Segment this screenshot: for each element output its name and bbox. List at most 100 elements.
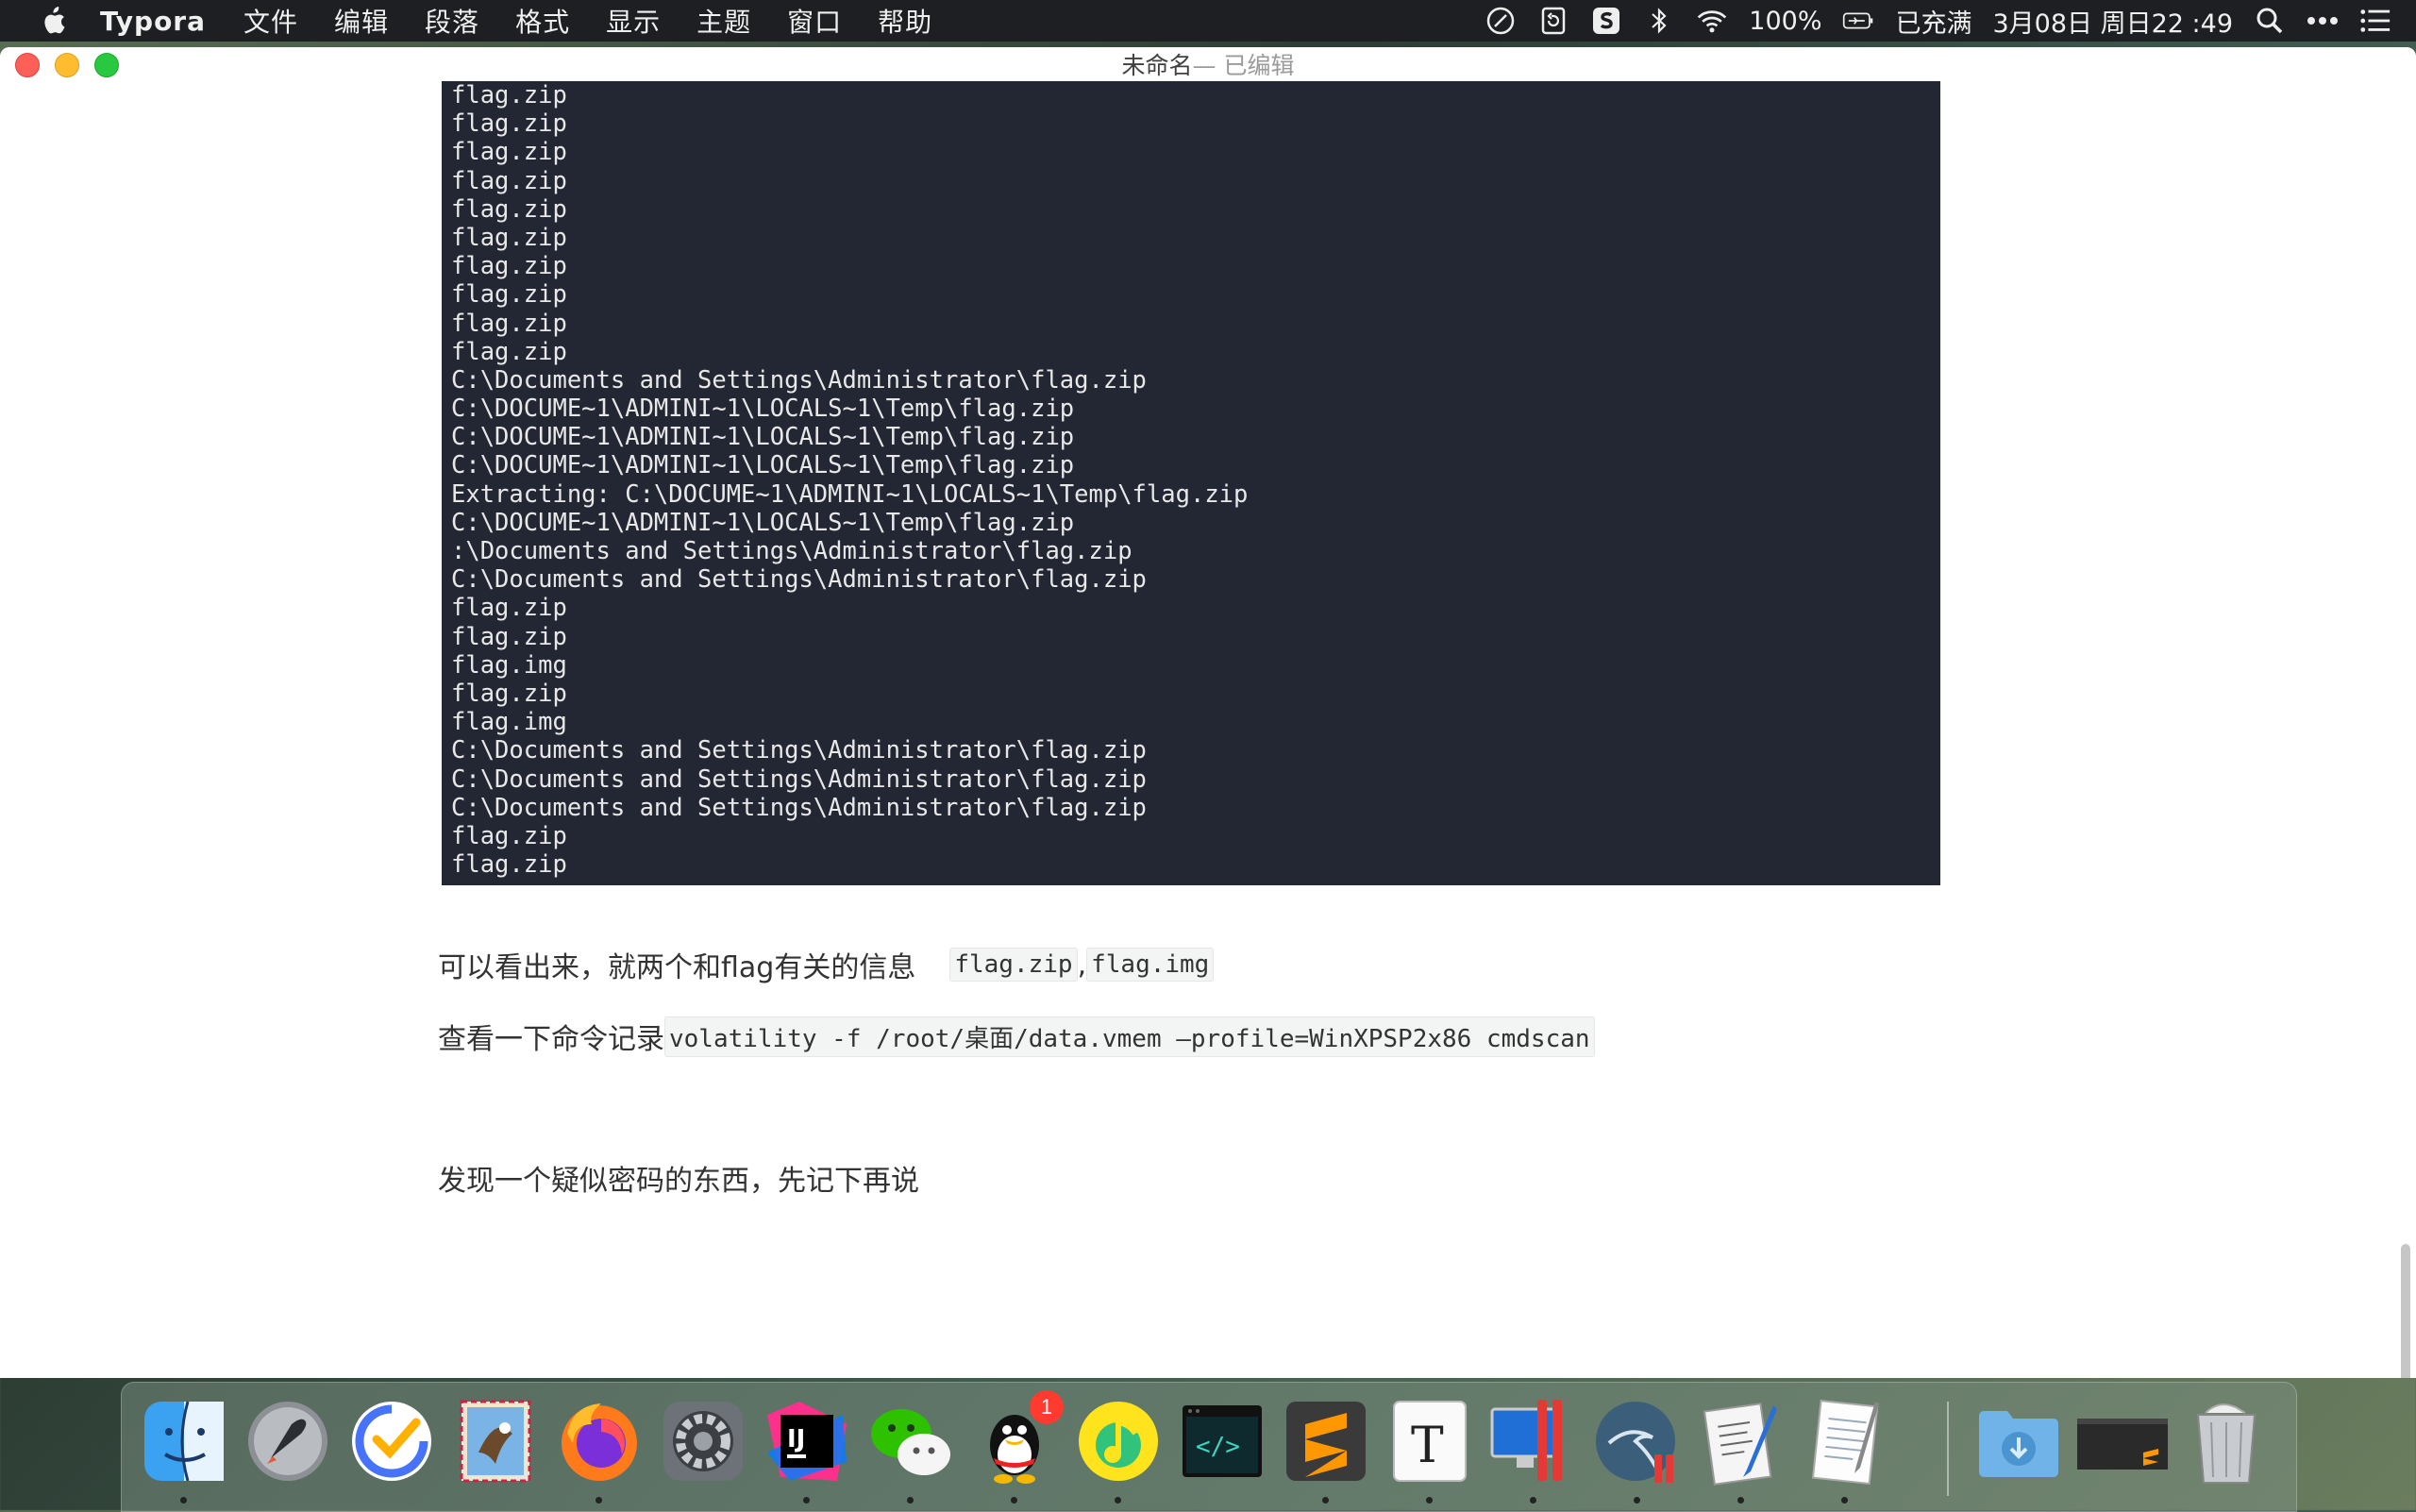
menu-app-name[interactable]: Typora	[100, 6, 206, 37]
window-controls	[15, 53, 119, 77]
dock-trash[interactable]	[2181, 1396, 2272, 1487]
menu-edit[interactable]: 编辑	[334, 2, 389, 40]
running-indicator	[1841, 1497, 1848, 1504]
dock-wechat[interactable]	[865, 1396, 956, 1504]
typora-window: 未命名 — 已编辑 flag.zip flag.zip flag.zip flag.z…	[0, 47, 2416, 1378]
maximize-button[interactable]	[94, 53, 119, 77]
menu-file[interactable]: 文件	[243, 2, 298, 40]
more-icon[interactable]	[2307, 5, 2339, 37]
terminal-line: C:\DOCUME~1\ADMINI~1\LOCALS~1\Temp\flag.…	[451, 395, 1075, 424]
svg-text:</>: </>	[1196, 1433, 1240, 1461]
running-indicator	[907, 1497, 914, 1504]
dock-code-editor[interactable]: </>	[1177, 1396, 1267, 1487]
title-bar: 未命名 — 已编辑	[0, 47, 2416, 81]
dock-kali-linux[interactable]	[1592, 1396, 1683, 1504]
dock-launchpad[interactable]	[243, 1396, 333, 1487]
inline-code-flag-zip: flag.zip	[949, 948, 1078, 982]
kali-icon	[1596, 1402, 1675, 1483]
menu-theme[interactable]: 主题	[696, 2, 751, 40]
menu-paragraph[interactable]: 段落	[425, 2, 479, 40]
trash-icon	[2196, 1403, 2257, 1484]
dock-downloads[interactable]	[1973, 1396, 2064, 1487]
textedit-icon	[1811, 1399, 1879, 1486]
minimize-button[interactable]	[55, 53, 79, 77]
svg-text:T: T	[1411, 1418, 1444, 1474]
terminal-line: flag.zip	[451, 280, 567, 310]
paragraph-flag-info[interactable]: 可以看出来，就两个和flag有关的信息 flag.zip, flag.img	[438, 944, 1215, 985]
inline-code-volatility-cmd: volatility -f /root/桌面/data.vmem —profil…	[664, 1016, 1595, 1057]
terminal-line: C:\Documents and Settings\Administrator\…	[451, 793, 1147, 822]
terminal-line: C:\Documents and Settings\Administrator\…	[451, 565, 1147, 595]
dock-typora[interactable]: T	[1384, 1396, 1475, 1504]
running-indicator	[1011, 1497, 1017, 1504]
terminal-line: flag.zip	[451, 223, 567, 252]
terminal-line: C:\DOCUME~1\ADMINI~1\LOCALS~1\Temp\flag.…	[451, 508, 1075, 537]
dock-qq-music[interactable]	[1073, 1396, 1164, 1504]
terminal-line: flag.zip	[451, 309, 567, 338]
typora-icon: T	[1393, 1401, 1467, 1482]
clock[interactable]: 3月08日 周日22 :49	[1992, 3, 2233, 40]
dock-system-preferences[interactable]	[658, 1396, 748, 1487]
battery-icon[interactable]	[1842, 5, 1874, 37]
menu-view[interactable]: 显示	[606, 2, 661, 40]
svg-text:IJ: IJ	[787, 1425, 805, 1453]
notification-center-icon[interactable]	[2359, 5, 2391, 37]
terminal-line: flag.zip	[451, 194, 567, 224]
editor-area[interactable]: flag.zip flag.zip flag.zip flag.zip flag.zip…	[0, 81, 2416, 1378]
apple-icon[interactable]	[34, 6, 72, 36]
dock-firefox[interactable]	[554, 1396, 645, 1504]
dock-textedit[interactable]	[1800, 1396, 1890, 1504]
finder-icon	[144, 1401, 224, 1482]
terminal-line: flag.zip	[451, 252, 567, 281]
vertical-scrollbar[interactable]	[2401, 1244, 2410, 1378]
dock-minimized-window[interactable]	[2077, 1396, 2168, 1487]
terminal-line: Extracting: C:\DOCUME~1\ADMINI~1\LOCALS~…	[451, 479, 1249, 509]
bluetooth-icon[interactable]	[1643, 5, 1675, 37]
running-indicator	[180, 1497, 187, 1504]
minimized-window-icon	[2077, 1419, 2168, 1470]
terminal-line: :\Documents and Settings\Administrator\f…	[451, 537, 1132, 565]
dock-finder[interactable]	[139, 1396, 229, 1504]
terminal-line: flag.zip	[451, 622, 567, 651]
paragraph-password-note[interactable]: 发现一个疑似密码的东西，先记下再说	[438, 1157, 919, 1199]
wechat-icon	[871, 1409, 950, 1475]
running-indicator	[1426, 1497, 1433, 1504]
running-indicator	[803, 1497, 810, 1504]
terminal-line: flag.zip	[451, 138, 567, 167]
dock-mail[interactable]	[450, 1396, 541, 1487]
feather-icon[interactable]	[1485, 5, 1517, 37]
wifi-icon[interactable]	[1696, 5, 1728, 37]
menu-format[interactable]: 格式	[515, 2, 570, 40]
sogou-input-icon[interactable]	[1590, 5, 1622, 37]
dock-sublime-text[interactable]	[1281, 1396, 1371, 1504]
terminal-line: C:\Documents and Settings\Administrator\…	[451, 764, 1147, 794]
launchpad-icon	[248, 1402, 327, 1481]
window-title-edited: — 已编辑	[1192, 52, 1295, 79]
sublime-text-icon	[1286, 1402, 1366, 1481]
dock-intellij-idea[interactable]: IJ	[762, 1396, 852, 1504]
dock-qq[interactable]: 1	[969, 1390, 1064, 1504]
paragraph-command-history[interactable]: 查看一下命令记录 volatility -f /root/桌面/data.vme…	[438, 1016, 1595, 1057]
dock: IJ 1 </> T	[121, 1382, 2297, 1512]
menu-window[interactable]: 窗口	[787, 2, 842, 40]
menu-help[interactable]: 帮助	[878, 2, 932, 40]
downloads-folder-icon	[1979, 1411, 2058, 1477]
terminal-line: flag.zip	[451, 821, 567, 850]
dock-ticktick[interactable]	[346, 1396, 437, 1487]
intellij-icon: IJ	[767, 1402, 847, 1481]
system-preferences-icon	[663, 1402, 743, 1481]
notification-badge: 1	[1030, 1390, 1064, 1424]
spotlight-search-icon[interactable]	[2254, 5, 2286, 37]
terminal-line: C:\DOCUME~1\ADMINI~1\LOCALS~1\Temp\flag.…	[451, 451, 1075, 480]
time-machine-icon[interactable]	[1537, 5, 1569, 37]
close-button[interactable]	[15, 53, 40, 77]
terminal-line: flag.zip	[451, 109, 567, 139]
running-indicator	[1530, 1497, 1536, 1504]
dock-parallels-desktop[interactable]	[1488, 1396, 1579, 1504]
charge-status[interactable]: 已充满	[1895, 3, 1971, 40]
dock-script-editor[interactable]	[1696, 1396, 1787, 1504]
paragraph-text: 可以看出来，就两个和flag有关的信息	[438, 951, 916, 984]
firefox-icon	[562, 1403, 637, 1481]
mail-icon	[460, 1400, 531, 1483]
terminal-line: flag.img	[451, 708, 567, 737]
